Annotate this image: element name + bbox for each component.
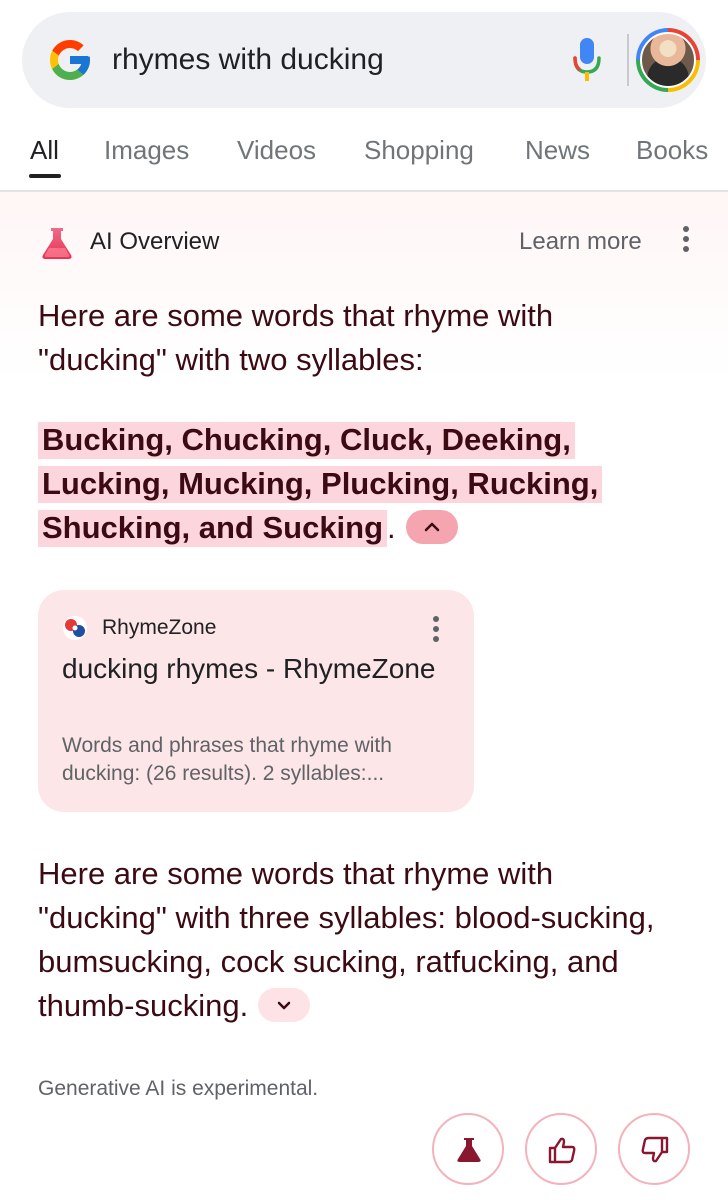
chevron-down-icon <box>277 1001 291 1010</box>
source-title-link[interactable]: ducking rhymes - RhymeZone <box>62 650 442 688</box>
tab-books[interactable]: Books <box>636 134 708 166</box>
thumbs-up-button[interactable] <box>525 1113 597 1185</box>
sentence-period: . <box>387 510 396 545</box>
source-card[interactable]: RhymeZone ducking rhymes - RhymeZone Wor… <box>38 590 474 812</box>
highlighted-rhyme-list: Bucking, Chucking, Cluck, Deeking, Lucki… <box>38 422 603 547</box>
rhymezone-favicon-icon <box>63 616 87 640</box>
learn-more-link[interactable]: Learn more <box>519 226 642 258</box>
avatar <box>640 32 696 88</box>
expand-sources-button[interactable] <box>258 987 311 1022</box>
google-logo-icon[interactable] <box>46 36 94 84</box>
source-snippet: Words and phrases that rhyme with duckin… <box>62 734 392 785</box>
tab-videos[interactable]: Videos <box>237 134 316 166</box>
source-site-name: RhymeZone <box>102 616 217 639</box>
three-syllable-answer: Here are some words that rhyme with "duc… <box>38 852 668 1028</box>
search-divider <box>627 34 629 86</box>
ai-overview-header: AI Overview Learn more <box>0 220 728 264</box>
tab-all[interactable]: All <box>30 134 59 166</box>
search-tabs: All Images Videos Shopping News Books <box>0 128 728 188</box>
disclaimer-text: Generative AI is experimental. <box>38 1077 319 1100</box>
thumbs-up-icon <box>548 1137 576 1164</box>
collapse-sources-button[interactable] <box>405 509 458 544</box>
thumbs-down-button[interactable] <box>618 1113 690 1185</box>
search-bar[interactable]: rhymes with ducking <box>22 12 706 108</box>
source-more-icon[interactable] <box>428 616 444 646</box>
tab-shopping[interactable]: Shopping <box>364 134 474 166</box>
more-options-icon[interactable] <box>676 226 696 258</box>
ai-overview-title: AI Overview <box>90 228 220 255</box>
labs-button[interactable] <box>432 1113 504 1185</box>
flask-icon <box>457 1138 481 1162</box>
tabs-divider <box>0 190 728 192</box>
three-syllable-text: Here are some words that rhyme with "duc… <box>38 856 655 1023</box>
microphone-icon[interactable] <box>570 36 604 84</box>
tab-images[interactable]: Images <box>104 134 189 166</box>
chevron-up-icon <box>424 522 439 532</box>
two-syllable-answer: Bucking, Chucking, Cluck, Deeking, Lucki… <box>38 418 668 550</box>
flask-icon <box>42 228 72 259</box>
intro-two-syllables: Here are some words that rhyme with "duc… <box>38 298 554 377</box>
account-avatar[interactable] <box>636 28 700 92</box>
active-tab-indicator <box>29 174 61 178</box>
thumbs-down-icon <box>641 1136 669 1163</box>
search-input[interactable]: rhymes with ducking <box>112 40 384 80</box>
tab-news[interactable]: News <box>525 134 590 166</box>
